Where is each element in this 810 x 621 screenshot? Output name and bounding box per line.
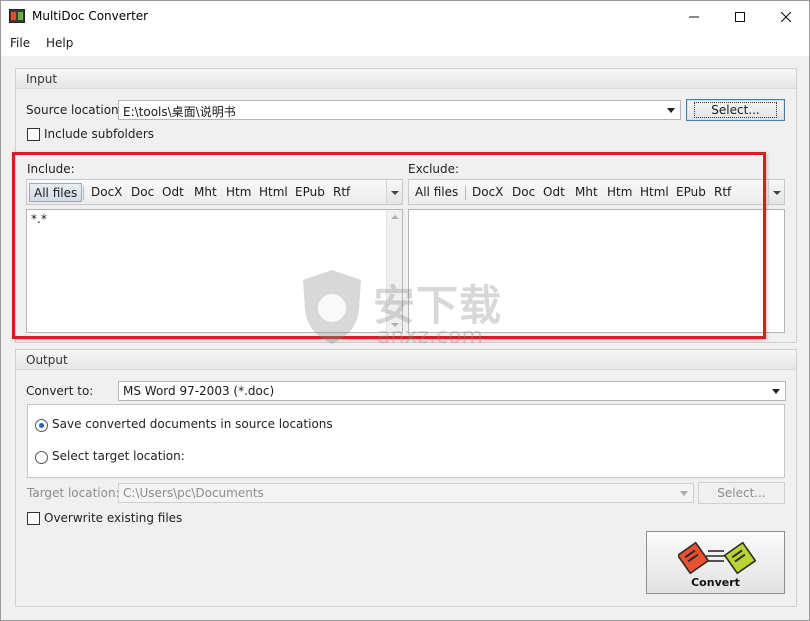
convert-button[interactable]: Convert (646, 531, 785, 594)
exclude-tab-mht[interactable]: Mht (575, 185, 598, 199)
target-select-button[interactable]: Select... (698, 482, 785, 504)
exclude-tab-rtf[interactable]: Rtf (714, 185, 731, 199)
include-label: Include: (27, 162, 75, 176)
exclude-tab-html[interactable]: Html (640, 185, 669, 199)
menu-file[interactable]: File (10, 36, 30, 50)
chevron-down-icon (772, 389, 780, 394)
include-filter-strip: All files DocX Doc Odt Mht Htm Html EPub… (26, 179, 403, 205)
include-tab-mht[interactable]: Mht (194, 185, 217, 199)
scroll-up-icon (391, 215, 399, 219)
overwrite-label: Overwrite existing files (44, 511, 183, 525)
include-subfolders-label: Include subfolders (44, 127, 155, 141)
include-pattern-text: *.* (31, 212, 47, 226)
radio-source-locations[interactable] (35, 419, 48, 432)
convert-to-label: Convert to: (26, 384, 94, 398)
source-location-value: E:\tools\桌面\说明书 (123, 105, 236, 119)
include-tab-odt[interactable]: Odt (162, 185, 184, 199)
menu-bar: File Help (1, 32, 809, 56)
tab-separator (465, 186, 466, 200)
exclude-tab-htm[interactable]: Htm (607, 185, 632, 199)
output-group-title: Output (26, 353, 68, 367)
output-group-header: Output (16, 350, 796, 370)
exclude-tab-epub[interactable]: EPub (676, 185, 706, 199)
title-bar: MultiDoc Converter (1, 1, 809, 32)
include-subfolders-checkbox[interactable] (27, 128, 40, 141)
radio-target-label[interactable]: Select target location: (52, 449, 185, 463)
target-location-value: C:\Users\pc\Documents (123, 486, 264, 500)
convert-documents-icon (678, 541, 756, 575)
maximize-icon (735, 11, 745, 22)
minimize-icon (689, 16, 699, 17)
convert-to-value: MS Word 97-2003 (*.doc) (123, 384, 275, 398)
scroll-down-icon (391, 323, 399, 327)
include-tabs-dropdown[interactable] (386, 180, 402, 204)
maximize-button[interactable] (717, 1, 763, 32)
source-location-label: Source location: (26, 103, 123, 117)
include-tab-rtf[interactable]: Rtf (333, 185, 350, 199)
app-icon (9, 9, 25, 23)
input-group: Input Source location: E:\tools\桌面\说明书 S… (15, 68, 797, 343)
output-group: Output Convert to: MS Word 97-2003 (*.do… (15, 349, 797, 607)
convert-to-combo[interactable]: MS Word 97-2003 (*.doc) (118, 381, 786, 401)
include-tab-docx[interactable]: DocX (91, 185, 122, 199)
target-location-label: Target location: (27, 486, 120, 500)
window-title: MultiDoc Converter (32, 9, 149, 23)
include-tab-doc[interactable]: Doc (131, 185, 154, 199)
include-pattern-list[interactable]: *.* (26, 209, 403, 333)
exclude-tab-all-files[interactable]: All files (415, 185, 458, 199)
exclude-filter-strip: All files DocX Doc Odt Mht Htm Html EPub… (408, 179, 785, 205)
exclude-tab-odt[interactable]: Odt (543, 185, 565, 199)
tab-separator (83, 186, 84, 200)
exclude-tabs-dropdown[interactable] (768, 180, 784, 204)
target-location-combo[interactable]: C:\Users\pc\Documents (118, 483, 694, 503)
exclude-label: Exclude: (408, 162, 460, 176)
app-window: MultiDoc Converter File Help Input Sourc… (0, 0, 810, 621)
minimize-button[interactable] (671, 1, 717, 32)
include-tab-all-files[interactable]: All files (29, 183, 83, 202)
include-tab-html[interactable]: Html (259, 185, 288, 199)
overwrite-checkbox[interactable] (27, 512, 40, 525)
chevron-down-icon (680, 491, 688, 496)
radio-target-location[interactable] (35, 451, 48, 464)
close-icon (781, 11, 791, 22)
source-select-button[interactable]: Select... (686, 99, 785, 121)
exclude-pattern-list[interactable] (408, 209, 785, 333)
input-group-header: Input (16, 69, 796, 89)
radio-source-label[interactable]: Save converted documents in source locat… (52, 417, 333, 431)
menu-help[interactable]: Help (46, 36, 73, 50)
save-options-panel: Save converted documents in source locat… (27, 404, 785, 478)
exclude-tab-docx[interactable]: DocX (472, 185, 503, 199)
input-group-title: Input (26, 72, 58, 86)
chevron-down-icon (667, 108, 675, 113)
exclude-tab-doc[interactable]: Doc (512, 185, 535, 199)
source-select-label: Select... (694, 102, 777, 118)
convert-button-label: Convert (691, 576, 740, 589)
include-tab-epub[interactable]: EPub (295, 185, 325, 199)
include-scrollbar[interactable] (386, 210, 402, 332)
close-button[interactable] (763, 1, 809, 32)
include-tab-htm[interactable]: Htm (226, 185, 251, 199)
source-location-combo[interactable]: E:\tools\桌面\说明书 (118, 100, 681, 120)
